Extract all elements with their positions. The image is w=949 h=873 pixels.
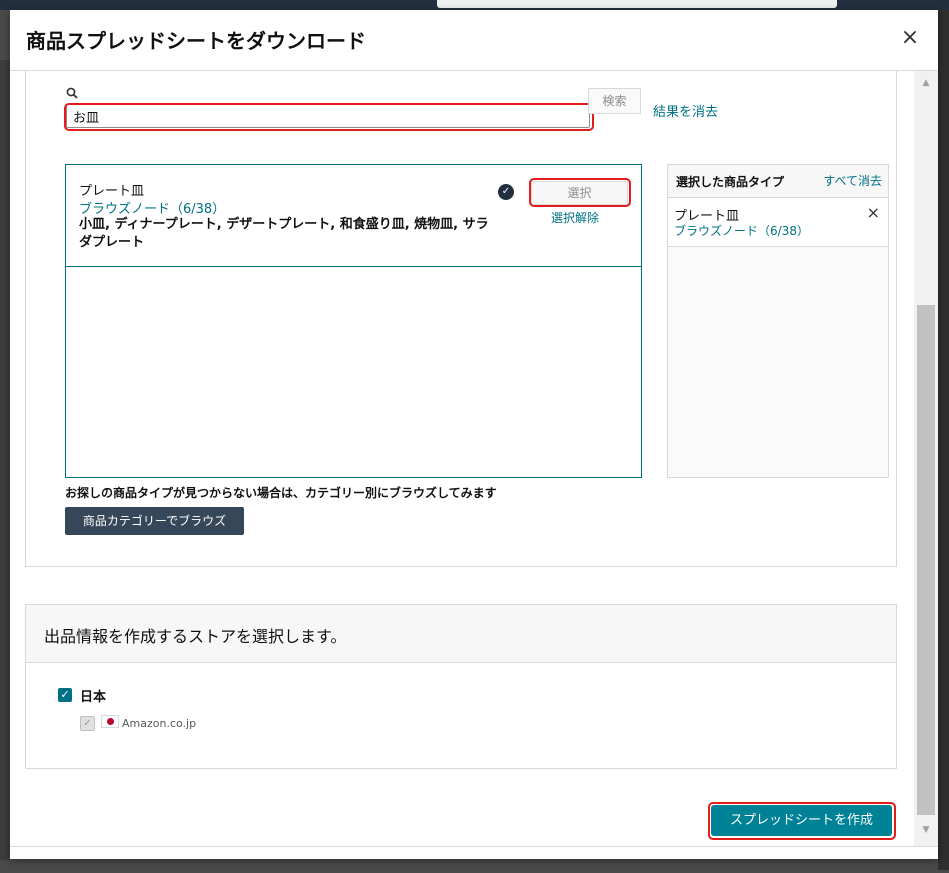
japan-checkbox[interactable]: ✓	[58, 688, 72, 702]
japan-label: 日本	[80, 690, 107, 705]
dialog-title: 商品スプレッドシートをダウンロード	[26, 29, 366, 53]
product-type-section: 検索 結果を消去 プレート皿 ブラウズノード（6/38） 小皿, ディナープレー…	[25, 71, 897, 567]
search-button[interactable]: 検索	[588, 88, 641, 114]
scrollbar-thumb[interactable]	[917, 305, 935, 815]
search-results-list: プレート皿 ブラウズノード（6/38） 小皿, ディナープレート, デザートプレ…	[65, 164, 642, 478]
store-section-header: 出品情報を作成するストアを選択します。	[26, 605, 896, 663]
search-icon	[66, 87, 78, 103]
download-dialog: 商品スプレッドシートをダウンロード × 検索 結果を消去 プレート皿 ブラウズノ…	[10, 10, 938, 859]
amazon-jp-checkbox: ✓	[80, 716, 95, 731]
selected-product-types-panel: 選択した商品タイプ すべて消去 プレート皿 ブラウズノード（6/38） ×	[667, 164, 889, 478]
result-description: 小皿, ディナープレート, デザートプレート, 和食盛り皿, 焼物皿, サラダプ…	[79, 217, 489, 250]
store-section-title: 出品情報を作成するストアを選択します。	[44, 627, 347, 646]
store-selection-section: 出品情報を作成するストアを選択します。 ✓ 日本 ✓ Amazon.co.jp	[25, 604, 897, 769]
close-icon[interactable]: ×	[898, 26, 922, 50]
clear-all-link[interactable]: すべて消去	[823, 172, 882, 189]
list-item: プレート皿 ブラウズノード（6/38） 小皿, ディナープレート, デザートプレ…	[66, 165, 641, 267]
browse-category-button[interactable]: 商品カテゴリーでブラウズ	[65, 507, 244, 535]
selected-item-browse-link[interactable]: ブラウズノード（6/38）	[674, 222, 809, 239]
result-name: プレート皿	[79, 184, 145, 199]
footer-divider	[10, 846, 938, 847]
japan-flag-icon	[101, 715, 119, 728]
search-input[interactable]	[66, 104, 590, 128]
browse-node-link[interactable]: ブラウズノード（6/38）	[79, 198, 225, 217]
not-found-hint: お探しの商品タイプが見つからない場合は、カテゴリー別にブラウズしてみます	[65, 486, 497, 500]
dialog-body: 検索 結果を消去 プレート皿 ブラウズノード（6/38） 小皿, ディナープレー…	[10, 71, 938, 859]
amazon-jp-label: Amazon.co.jp	[122, 717, 197, 730]
remove-icon[interactable]: ×	[867, 203, 880, 222]
scrollbar[interactable]: ▲ ▼	[914, 71, 938, 846]
deselect-link[interactable]: 選択解除	[551, 209, 599, 226]
selected-panel-title: 選択した商品タイプ	[676, 175, 785, 189]
select-button[interactable]: 選択	[531, 181, 628, 205]
background-page-right	[938, 10, 949, 870]
background-page-left	[0, 60, 10, 860]
background-search-bar	[437, 0, 837, 8]
create-spreadsheet-button[interactable]: スプレッドシートを作成	[711, 805, 892, 836]
scroll-up-icon[interactable]: ▲	[914, 75, 938, 91]
check-circle-icon: ✓	[498, 184, 514, 200]
dialog-header: 商品スプレッドシートをダウンロード ×	[10, 10, 938, 71]
clear-results-link[interactable]: 結果を消去	[653, 101, 718, 120]
selected-item: プレート皿 ブラウズノード（6/38） ×	[668, 198, 888, 247]
scroll-down-icon[interactable]: ▼	[914, 822, 938, 838]
selected-panel-header: 選択した商品タイプ すべて消去	[668, 165, 888, 198]
